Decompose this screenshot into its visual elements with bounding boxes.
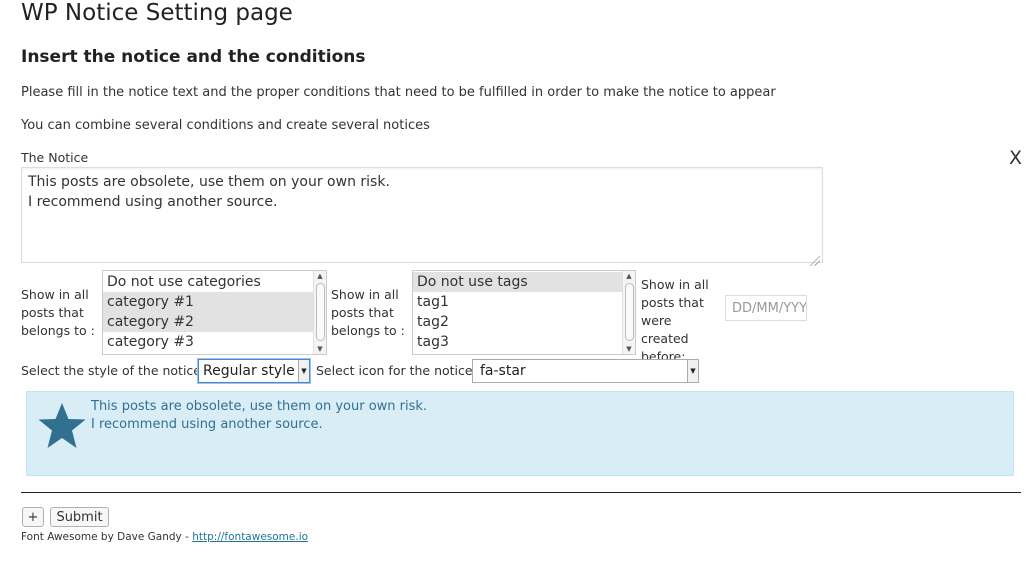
- scroll-up-icon[interactable]: ▲: [623, 271, 635, 281]
- help-text-fill: Please fill in the notice text and the p…: [21, 85, 776, 100]
- categories-scrollbar[interactable]: ▲ ▼: [313, 271, 326, 354]
- style-select-value: Regular style: [203, 363, 295, 379]
- divider: [21, 492, 1021, 493]
- preview-line: I recommend using another source.: [91, 417, 323, 432]
- categories-label: Show in all posts that belongs to :: [21, 286, 101, 340]
- notice-preview: This posts are obsolete, use them on you…: [26, 391, 1014, 476]
- tag-option[interactable]: tag3: [413, 332, 635, 352]
- remove-notice-button[interactable]: X: [1009, 147, 1022, 169]
- star-icon: [37, 402, 87, 454]
- tags-label: Show in all posts that belongs to :: [331, 286, 411, 340]
- tags-listbox[interactable]: Do not use tags tag1 tag2 tag3 ▲ ▼: [412, 270, 636, 355]
- category-option[interactable]: Do not use categories: [103, 272, 326, 292]
- notice-label: The Notice: [21, 150, 89, 165]
- category-option[interactable]: category #2: [103, 312, 326, 332]
- icon-label: Select icon for the notice :: [316, 363, 481, 378]
- category-option[interactable]: category #1: [103, 292, 326, 312]
- scroll-thumb[interactable]: [316, 283, 325, 341]
- chevron-down-icon: ▼: [298, 360, 309, 382]
- submit-button[interactable]: Submit: [50, 507, 109, 527]
- credit-text: Font Awesome by Dave Gandy - http://font…: [21, 531, 308, 543]
- resize-grip-icon[interactable]: [810, 256, 820, 266]
- add-notice-button[interactable]: +: [22, 507, 44, 527]
- tag-option[interactable]: tag2: [413, 312, 635, 332]
- style-select[interactable]: Regular style ▼: [198, 359, 310, 383]
- tags-label-line: belongs to :: [331, 323, 405, 338]
- categories-listbox[interactable]: Do not use categories category #1 catego…: [102, 270, 327, 355]
- credit-label: Font Awesome by Dave Gandy -: [21, 531, 193, 543]
- preview-line: This posts are obsolete, use them on you…: [91, 399, 428, 414]
- tag-option[interactable]: Do not use tags: [413, 272, 635, 292]
- tags-label-line: Show in all: [331, 287, 399, 302]
- date-label-line: posts that: [641, 295, 704, 310]
- section-title: Insert the notice and the conditions: [21, 47, 366, 67]
- date-label-line: Show in all: [641, 277, 709, 292]
- chevron-down-icon: ▼: [687, 360, 698, 382]
- tags-scrollbar[interactable]: ▲ ▼: [622, 271, 635, 354]
- preview-text: This posts are obsolete, use them on you…: [91, 398, 427, 434]
- page-title: WP Notice Setting page: [21, 0, 293, 26]
- scroll-down-icon[interactable]: ▼: [314, 344, 326, 354]
- icon-select[interactable]: fa-star ▼: [472, 359, 699, 383]
- style-label: Select the style of the notice :: [21, 363, 210, 378]
- categories-label-line: Show in all: [21, 287, 89, 302]
- date-label: Show in all posts that were created befo…: [641, 276, 721, 366]
- date-field[interactable]: DD/MM/YYYY: [725, 295, 807, 321]
- date-label-line: were created: [641, 313, 689, 346]
- scroll-up-icon[interactable]: ▲: [314, 271, 326, 281]
- scroll-thumb[interactable]: [625, 283, 634, 341]
- help-text-combine: You can combine several conditions and c…: [21, 118, 430, 133]
- notice-textarea[interactable]: [21, 167, 823, 263]
- categories-label-line: posts that: [21, 305, 84, 320]
- fontawesome-link[interactable]: http://fontawesome.io: [192, 531, 308, 543]
- tags-label-line: posts that: [331, 305, 394, 320]
- categories-label-line: belongs to :: [21, 323, 95, 338]
- scroll-down-icon[interactable]: ▼: [623, 344, 635, 354]
- icon-select-value: fa-star: [480, 363, 526, 379]
- tag-option[interactable]: tag1: [413, 292, 635, 312]
- category-option[interactable]: category #3: [103, 332, 326, 352]
